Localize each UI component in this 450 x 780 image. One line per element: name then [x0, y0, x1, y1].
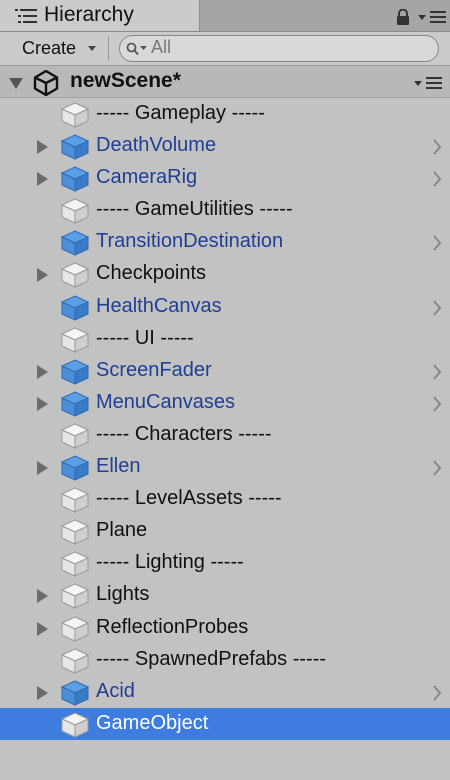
tree-row[interactable]: Ellen — [0, 451, 450, 483]
tree-row[interactable]: ----- UI ----- — [0, 323, 450, 355]
tree-row-label: ----- Gameplay ----- — [96, 102, 265, 124]
tree-row[interactable]: ----- GameUtilities ----- — [0, 194, 450, 226]
chevron-right-icon[interactable] — [432, 299, 442, 316]
tree-row[interactable]: ScreenFader — [0, 355, 450, 387]
tree-row[interactable]: Acid — [0, 676, 450, 708]
tab-bar: Hierarchy — [0, 0, 450, 32]
tree-row-label: GameObject — [96, 711, 209, 734]
tree-row-label: ----- UI ----- — [96, 326, 194, 349]
chevron-right-icon[interactable] — [432, 396, 442, 412]
foldout-collapsed-icon[interactable] — [37, 685, 48, 700]
foldout-expanded-icon[interactable] — [9, 78, 23, 89]
unity-logo-icon — [33, 70, 59, 96]
gameobject-cube-icon — [61, 712, 89, 738]
prefab-cube-icon — [61, 295, 89, 321]
hierarchy-tree: ----- Gameplay ----- DeathVolume CameraRig… — [0, 98, 450, 740]
prefab-cube-icon — [61, 166, 89, 192]
gameobject-cube-icon — [61, 487, 89, 513]
gameobject-cube-icon — [61, 648, 89, 674]
tree-row[interactable]: DeathVolume — [0, 130, 450, 162]
foldout-collapsed-icon[interactable] — [37, 364, 48, 379]
search-input[interactable]: All — [119, 35, 439, 62]
lock-icon[interactable] — [396, 9, 410, 25]
create-button-label: Create — [22, 38, 77, 58]
create-button[interactable]: Create — [12, 36, 102, 61]
foldout-collapsed-icon[interactable] — [37, 396, 48, 411]
tree-row[interactable]: Lights — [0, 579, 450, 611]
tree-row-label: ScreenFader — [96, 358, 212, 381]
tree-row[interactable]: ----- SpawnedPrefabs ----- — [0, 644, 450, 676]
gameobject-cube-icon — [61, 583, 89, 610]
tab-hierarchy[interactable]: Hierarchy — [0, 0, 200, 31]
tree-row-label: ----- GameUtilities ----- — [96, 198, 293, 221]
prefab-cube-icon — [61, 391, 89, 417]
tree-row[interactable]: ----- Gameplay ----- — [0, 98, 450, 130]
tree-row[interactable]: GameObject — [0, 707, 450, 740]
chevron-right-icon[interactable] — [432, 171, 442, 187]
tree-row[interactable]: ----- LevelAssets ----- — [0, 483, 450, 515]
tree-row-label: ----- Lighting ----- — [96, 551, 244, 574]
prefab-cube-icon — [61, 680, 89, 706]
prefab-cube-icon — [61, 134, 89, 160]
gameobject-cube-icon — [61, 423, 89, 449]
tree-row-label: ----- LevelAssets ----- — [96, 487, 282, 510]
chevron-right-icon[interactable] — [432, 235, 442, 252]
tree-row-label: HealthCanvas — [96, 294, 222, 317]
tree-row[interactable]: ReflectionProbes — [0, 612, 450, 644]
tree-row[interactable]: CameraRig — [0, 162, 450, 194]
chevron-right-icon[interactable] — [432, 139, 442, 155]
gameobject-cube-icon — [61, 615, 89, 642]
gameobject-cube-icon — [61, 198, 89, 225]
prefab-cube-icon — [61, 359, 89, 385]
caret-down-icon — [88, 46, 96, 51]
tree-row[interactable]: MenuCanvases — [0, 387, 450, 419]
toolbar-divider — [108, 36, 109, 61]
chevron-right-icon[interactable] — [432, 685, 442, 701]
tree-row-label: ----- SpawnedPrefabs ----- — [96, 647, 327, 670]
foldout-collapsed-icon[interactable] — [37, 268, 48, 283]
tree-row-label: ReflectionProbes — [96, 615, 249, 638]
tree-row-label: CameraRig — [96, 166, 198, 189]
prefab-cube-icon — [61, 230, 89, 257]
tab-label: Hierarchy — [44, 3, 134, 26]
gameobject-cube-icon — [61, 327, 89, 353]
tree-row-label: TransitionDestination — [96, 230, 284, 253]
scene-name: newScene* — [70, 69, 181, 92]
gameobject-cube-icon — [61, 551, 89, 578]
foldout-collapsed-icon[interactable] — [37, 589, 48, 604]
chevron-right-icon[interactable] — [432, 460, 442, 476]
tree-row-label: Acid — [96, 679, 135, 702]
search-placeholder: All — [151, 37, 172, 57]
tree-row[interactable]: ----- Characters ----- — [0, 419, 450, 451]
gameobject-cube-icon — [61, 102, 89, 128]
hierarchy-toolbar: Create All — [0, 32, 450, 66]
gameobject-cube-icon — [61, 262, 89, 289]
tree-row[interactable]: HealthCanvas — [0, 291, 450, 323]
tree-row-label: Checkpoints — [96, 262, 207, 285]
scene-header[interactable]: newScene* — [0, 66, 450, 98]
tree-row-label: Plane — [96, 519, 148, 542]
foldout-collapsed-icon[interactable] — [37, 140, 48, 155]
tree-row-label: Lights — [96, 583, 150, 606]
tree-row-label: Ellen — [96, 455, 141, 478]
tree-row-label: ----- Characters ----- — [96, 422, 272, 445]
gameobject-cube-icon — [61, 519, 89, 546]
tree-row[interactable]: ----- Lighting ----- — [0, 547, 450, 579]
tree-row[interactable]: TransitionDestination — [0, 226, 450, 258]
prefab-cube-icon — [61, 455, 89, 481]
search-icon — [126, 42, 147, 56]
scene-menu-icon[interactable] — [414, 76, 442, 90]
tree-row-label: MenuCanvases — [96, 390, 235, 413]
panel-menu-icon[interactable] — [418, 10, 446, 24]
foldout-collapsed-icon[interactable] — [37, 461, 48, 476]
list-icon — [15, 9, 37, 23]
tree-row-label: DeathVolume — [96, 134, 217, 157]
foldout-collapsed-icon[interactable] — [37, 172, 48, 187]
tree-row[interactable]: Plane — [0, 515, 450, 547]
chevron-right-icon[interactable] — [432, 364, 442, 380]
foldout-collapsed-icon[interactable] — [37, 621, 48, 636]
tree-row[interactable]: Checkpoints — [0, 258, 450, 290]
